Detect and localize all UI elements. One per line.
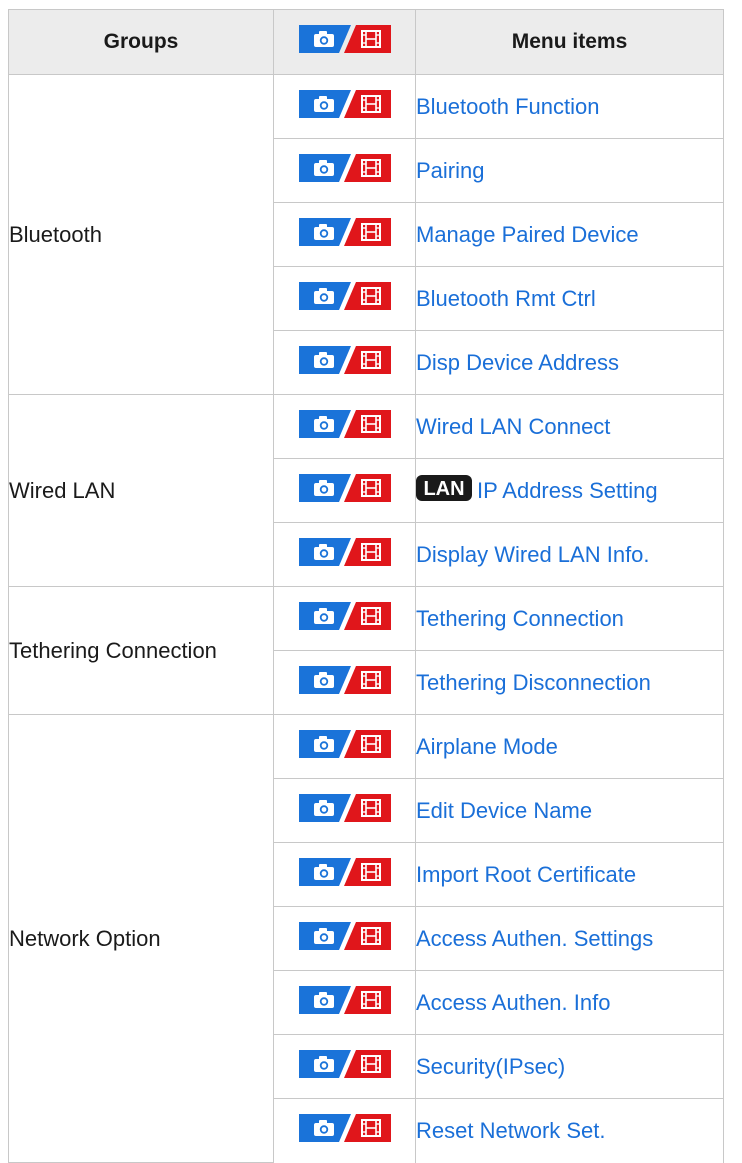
mode-header — [273, 9, 416, 75]
camera-movie-icon — [298, 154, 391, 187]
camera-movie-icon — [298, 25, 391, 59]
mode-cell — [273, 138, 416, 203]
menu-items-header: Menu items — [415, 9, 724, 75]
camera-movie-icon — [298, 346, 391, 379]
mode-cell — [273, 394, 416, 459]
mode-cell — [273, 330, 416, 395]
camera-movie-icon — [298, 922, 391, 955]
mode-cell — [273, 650, 416, 715]
mode-cell — [273, 522, 416, 587]
camera-movie-icon — [298, 1050, 391, 1083]
table-header-row: Groups Menu items — [8, 9, 724, 75]
mode-cell — [273, 458, 416, 523]
mode-cell — [273, 266, 416, 331]
camera-movie-icon — [298, 794, 391, 827]
menu-item-link[interactable]: Import Root Certificate — [416, 862, 636, 887]
table-row: Wired LAN Wired LAN Connect — [8, 394, 724, 587]
mode-cell — [273, 714, 416, 779]
group-name: Wired LAN — [8, 394, 274, 587]
menu-item-cell: Edit Device Name — [415, 778, 724, 843]
mode-cell — [273, 202, 416, 267]
menu-item-link[interactable]: Reset Network Set. — [416, 1118, 606, 1143]
camera-movie-icon — [298, 858, 391, 891]
camera-movie-icon — [298, 1114, 391, 1147]
mode-cell — [273, 586, 416, 651]
menu-item-cell: Security(IPsec) — [415, 1034, 724, 1099]
group-name: Network Option — [8, 714, 274, 1163]
menu-item-cell: Pairing — [415, 138, 724, 203]
menu-item-cell: Display Wired LAN Info. — [415, 522, 724, 587]
groups-header: Groups — [8, 9, 274, 75]
group-name: Tethering Connection — [8, 586, 274, 715]
menu-item-link[interactable]: Manage Paired Device — [416, 222, 639, 247]
group-name: Bluetooth — [8, 74, 274, 395]
menu-item-link[interactable]: Disp Device Address — [416, 350, 619, 375]
mode-cell — [273, 74, 416, 139]
menu-item-link[interactable]: IP Address Setting — [477, 478, 658, 503]
menu-item-link[interactable]: Wired LAN Connect — [416, 414, 610, 439]
menu-item-cell: Manage Paired Device — [415, 202, 724, 267]
menu-item-cell: Wired LAN Connect — [415, 394, 724, 459]
menu-item-link[interactable]: Access Authen. Settings — [416, 926, 653, 951]
menu-item-link[interactable]: Tethering Connection — [416, 606, 624, 631]
menu-item-cell: Import Root Certificate — [415, 842, 724, 907]
menu-item-link[interactable]: Pairing — [416, 158, 484, 183]
table-row: Bluetooth Bluetooth Function — [8, 74, 724, 395]
svg-text:LAN: LAN — [423, 478, 464, 500]
menu-item-cell: Disp Device Address — [415, 330, 724, 395]
menu-item-cell: Tethering Connection — [415, 586, 724, 651]
menu-item-link[interactable]: Display Wired LAN Info. — [416, 542, 650, 567]
mode-cell — [273, 906, 416, 971]
table-body: Bluetooth Bluetooth Function Pairing Manage… — [8, 74, 724, 1163]
menu-item-link[interactable]: Bluetooth Rmt Ctrl — [416, 286, 596, 311]
menu-item-cell: Access Authen. Settings — [415, 906, 724, 971]
camera-movie-icon — [298, 90, 391, 123]
mode-cell — [273, 1098, 416, 1163]
camera-movie-icon — [298, 538, 391, 571]
menu-items-table: Groups Menu items Bluetooth Bluetooth Fun… — [8, 9, 724, 1163]
menu-item-cell: Reset Network Set. — [415, 1098, 724, 1163]
menu-item-link[interactable]: Security(IPsec) — [416, 1054, 565, 1079]
menu-item-cell: Access Authen. Info — [415, 970, 724, 1035]
camera-movie-icon — [298, 282, 391, 315]
mode-cell — [273, 778, 416, 843]
menu-item-cell: Tethering Disconnection — [415, 650, 724, 715]
camera-movie-icon — [298, 474, 391, 507]
mode-cell — [273, 970, 416, 1035]
menu-item-link[interactable]: Airplane Mode — [416, 734, 558, 759]
camera-movie-icon — [298, 986, 391, 1019]
camera-movie-icon — [298, 602, 391, 635]
lan-icon: LAN — [416, 474, 472, 507]
menu-item-link[interactable]: Tethering Disconnection — [416, 670, 651, 695]
menu-item-cell: Bluetooth Rmt Ctrl — [415, 266, 724, 331]
menu-item-link[interactable]: Bluetooth Function — [416, 94, 599, 119]
mode-cell — [273, 842, 416, 907]
mode-cell — [273, 1034, 416, 1099]
menu-item-cell: Bluetooth Function — [415, 74, 724, 139]
menu-item-cell: LAN IP Address Setting — [415, 458, 724, 523]
camera-movie-icon — [298, 410, 391, 443]
table-row: Tethering Connection Tethering Connection — [8, 586, 724, 715]
menu-item-link[interactable]: Access Authen. Info — [416, 990, 610, 1015]
table-row: Network Option Airplane Mode — [8, 714, 724, 1163]
menu-item-cell: Airplane Mode — [415, 714, 724, 779]
menu-item-link[interactable]: Edit Device Name — [416, 798, 592, 823]
camera-movie-icon — [298, 666, 391, 699]
camera-movie-icon — [298, 730, 391, 763]
camera-movie-icon — [298, 218, 391, 251]
